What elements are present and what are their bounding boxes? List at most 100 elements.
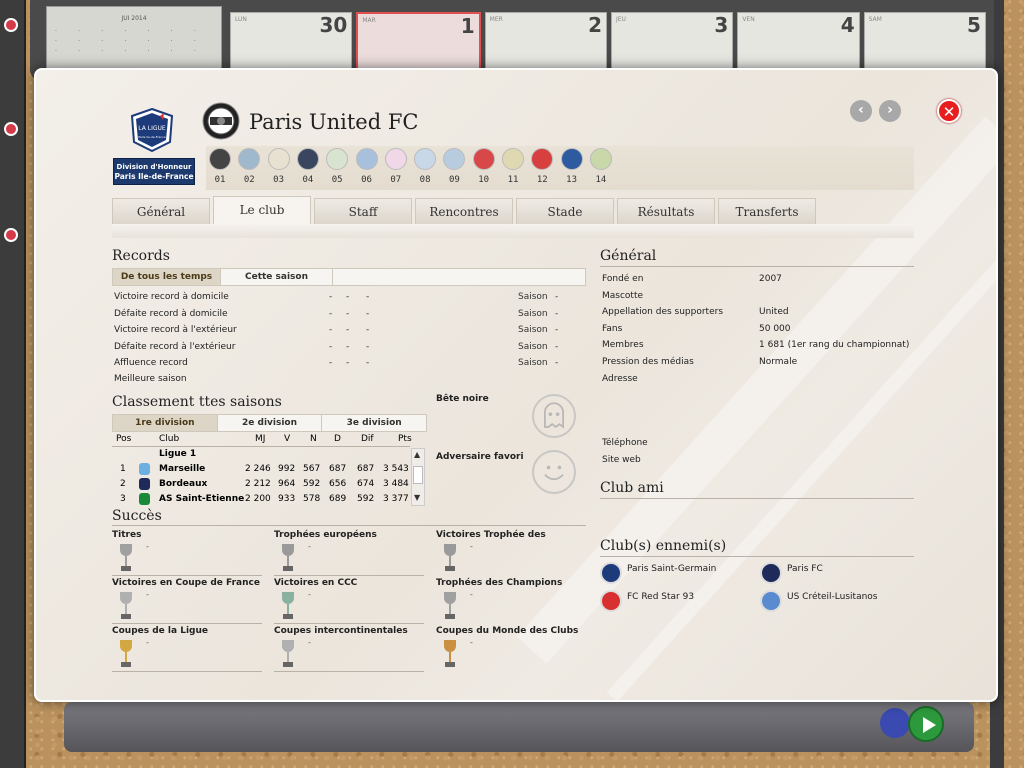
enemy-crest-icon (760, 562, 782, 584)
close-button[interactable]: ✕ (937, 99, 961, 123)
notification-dot[interactable] (4, 228, 18, 242)
division-tab-2[interactable]: 2e division (218, 415, 323, 431)
row-club[interactable]: Marseille (159, 464, 205, 474)
team-number: 08 (419, 175, 431, 185)
tab-le-club[interactable]: Le club (213, 196, 311, 224)
division-tab-1[interactable]: 1re division (113, 415, 218, 431)
team-crest-icon (531, 148, 554, 170)
club-crest-icon (202, 102, 240, 140)
league-team-chip[interactable]: 04 (294, 148, 322, 185)
team-number: 04 (302, 175, 314, 185)
league-team-chip[interactable]: 07 (382, 148, 410, 185)
notification-dot[interactable] (4, 122, 18, 136)
league-team-chip[interactable]: 02 (235, 148, 263, 185)
trophy-icon (120, 544, 132, 571)
row-club[interactable]: Bordeaux (159, 479, 207, 489)
day-name: VEN (742, 16, 755, 23)
league-team-chip[interactable]: 10 (470, 148, 498, 185)
trophy-icon (120, 640, 132, 667)
division-tab-3[interactable]: 3e division (322, 415, 426, 431)
general-value: United (759, 307, 789, 318)
row-dif: 674 (357, 479, 375, 489)
records-filter: De tous les temps Cette saison (112, 268, 586, 286)
dock-action-button[interactable] (880, 708, 910, 738)
league-team-chip[interactable]: 13 (558, 148, 586, 185)
classement-title: Classement ttes saisons (112, 394, 282, 410)
succes-label: Titres (112, 530, 142, 540)
row-pts: 3 377 (383, 494, 409, 504)
club-ami-rule (600, 498, 914, 499)
record-value: - (346, 292, 350, 302)
adversaire-favori-label: Adversaire favori (436, 452, 524, 462)
mini-calendar-month: JUI 2014 (121, 15, 147, 22)
tab-content-header (112, 224, 914, 238)
club-crest-icon (139, 493, 150, 505)
division-line2: Paris Ile-de-France (114, 172, 194, 181)
league-team-chip[interactable]: 14 (587, 148, 615, 185)
day-name: MAR (362, 17, 376, 24)
team-crest-icon (238, 148, 261, 170)
enemy-crest-icon (600, 590, 622, 612)
scroll-thumb[interactable] (413, 466, 423, 484)
record-saison-label: Saison (518, 341, 548, 352)
team-number: 02 (243, 175, 255, 185)
tab-stade[interactable]: Stade (516, 198, 614, 224)
team-number: 03 (273, 175, 285, 185)
table-scrollbar[interactable]: ▲ ▼ (411, 448, 425, 506)
col-dif: Dif (361, 434, 374, 444)
general-label: Membres (602, 340, 644, 351)
succes-col-rule (112, 575, 262, 576)
general-label: Pression des médias (602, 357, 694, 367)
row-pos: 3 (120, 494, 126, 504)
league-team-chip[interactable]: 03 (265, 148, 293, 185)
record-value: - (366, 308, 370, 319)
succes-value: - (146, 638, 149, 647)
succes-label: Coupes de la Ligue (112, 626, 208, 636)
league-team-chip[interactable]: 06 (353, 148, 381, 185)
row-pts: 3 484 (383, 479, 409, 489)
record-value: - (329, 308, 333, 319)
next-club-button[interactable]: › (879, 100, 901, 122)
row-club[interactable]: AS Saint-Etienne (159, 494, 244, 504)
tab-staff[interactable]: Staff (314, 198, 412, 224)
trophy-icon (120, 592, 132, 619)
row-d: 689 (329, 494, 347, 504)
row-v: 992 (278, 464, 296, 474)
record-saison-label: Saison (518, 325, 548, 336)
enemies-title: Club(s) ennemi(s) (600, 538, 727, 554)
records-tab-season[interactable]: Cette saison (221, 269, 333, 285)
league-team-chip[interactable]: 11 (499, 148, 527, 185)
league-team-chip[interactable]: 01 (206, 148, 234, 185)
enemies-rule (600, 556, 914, 557)
notification-dot[interactable] (4, 18, 18, 32)
league-team-chip[interactable]: 12 (528, 148, 556, 185)
scroll-up-icon[interactable]: ▲ (414, 450, 420, 459)
league-team-chip[interactable]: 05 (323, 148, 351, 185)
enemy-club-name[interactable]: FC Red Star 93 (627, 592, 694, 602)
enemy-club-name[interactable]: US Créteil-Lusitanos (787, 592, 878, 602)
league-team-chip[interactable]: 09 (440, 148, 468, 185)
league-team-chip[interactable]: 08 (411, 148, 439, 185)
row-dif: 592 (357, 494, 375, 504)
succes-label: Victoires en CCC (274, 578, 358, 588)
previous-club-button[interactable]: ‹ (850, 100, 872, 122)
tab-transferts[interactable]: Transferts (718, 198, 816, 224)
row-n: 578 (303, 494, 321, 504)
team-crest-icon (472, 148, 495, 170)
day-number: 1 (460, 14, 475, 38)
scroll-down-icon[interactable]: ▼ (414, 493, 420, 502)
record-saison-label: Saison (518, 358, 548, 369)
enemy-club-name[interactable]: Paris Saint-Germain (627, 564, 716, 574)
records-tab-all-time[interactable]: De tous les temps (113, 269, 221, 285)
row-n: 592 (303, 479, 321, 489)
mini-calendar: JUI 2014 · · · · · · · · · · · · · · · · · · · · · (46, 6, 222, 76)
tab-rencontres[interactable]: Rencontres (415, 198, 513, 224)
record-label: Victoire record à l'extérieur (114, 325, 237, 336)
record-saison-label: Saison (518, 308, 548, 319)
continue-play-button[interactable] (908, 706, 944, 742)
enemy-club-name[interactable]: Paris FC (787, 564, 823, 574)
tab-general[interactable]: Général (112, 198, 210, 224)
record-label: Victoire record à domicile (114, 292, 229, 302)
record-value: - (346, 341, 350, 352)
tab-resultats[interactable]: Résultats (617, 198, 715, 224)
